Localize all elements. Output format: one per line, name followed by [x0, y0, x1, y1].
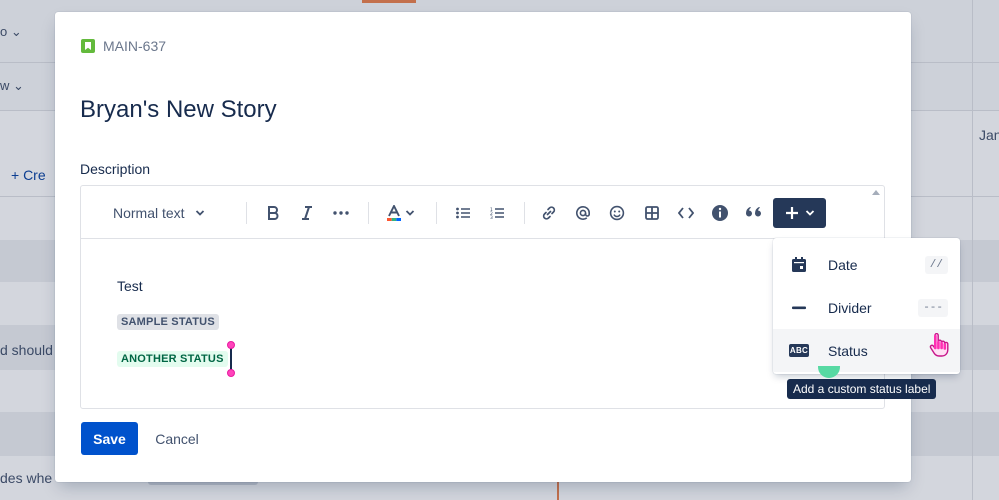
chevron-down-icon [195, 210, 204, 216]
bg-accent-line [557, 482, 559, 500]
text-color-icon [387, 205, 401, 221]
cancel-button[interactable]: Cancel [145, 422, 209, 455]
italic-icon [302, 206, 312, 220]
bold-icon [268, 206, 279, 220]
status-lozenge-grey[interactable]: SAMPLE STATUS [117, 314, 219, 330]
toolbar-separator [246, 202, 247, 224]
menu-item-label: Status [828, 342, 868, 359]
emoji-icon [609, 205, 625, 221]
save-button[interactable]: Save [81, 422, 138, 455]
bg-create-link: + Cre [11, 167, 46, 183]
insert-plus-icon [785, 207, 798, 219]
issue-key-link[interactable]: MAIN-637 [81, 38, 166, 54]
mention-icon [576, 206, 590, 220]
text-style-dropdown[interactable]: Normal text [105, 198, 221, 228]
code-button[interactable] [672, 198, 700, 228]
bullet-list-icon [456, 207, 470, 219]
quote-button[interactable] [740, 198, 768, 228]
quote-icon [746, 207, 761, 217]
selection-handle-bottom[interactable] [227, 369, 235, 377]
toolbar-separator [436, 202, 437, 224]
menu-item-divider[interactable]: Divider --- [773, 286, 960, 329]
shortcut-badge: // [924, 255, 948, 274]
bg-fragment: o ⌄ [0, 24, 22, 39]
chevron-down-icon [805, 210, 814, 216]
more-formatting-icon [333, 211, 349, 215]
shortcut-badge: --- [918, 298, 948, 317]
description-label: Description [80, 161, 151, 177]
menu-item-date[interactable]: Date // [773, 243, 960, 286]
bold-button[interactable] [259, 198, 287, 228]
bullet-list-button[interactable] [449, 198, 477, 228]
toolbar-separator [368, 202, 369, 224]
table-icon [645, 206, 659, 220]
divider-icon [792, 306, 806, 309]
italic-button[interactable] [293, 198, 321, 228]
mention-button[interactable] [569, 198, 597, 228]
story-icon [81, 39, 95, 53]
status-lozenge-green[interactable]: ANOTHER STATUS [117, 351, 228, 367]
insert-button[interactable] [773, 198, 826, 228]
numbered-list-icon: 123 [490, 207, 504, 219]
text-color-button[interactable] [381, 198, 421, 228]
editor-toolbar: Normal text 123 [81, 186, 884, 239]
status-tooltip: Add a custom status label [787, 379, 937, 399]
code-icon [678, 207, 694, 219]
more-formatting-button[interactable] [327, 198, 355, 228]
info-panel-button[interactable] [706, 198, 734, 228]
toolbar-separator [524, 202, 525, 224]
hand-pointer-icon [929, 332, 949, 362]
svg-text:3: 3 [490, 215, 493, 219]
chevron-down-icon [405, 210, 415, 216]
link-icon [542, 206, 556, 220]
menu-item-label: Date [828, 256, 858, 273]
description-editor[interactable]: Normal text 123 Test SAMPLE STATUS ANOTH… [80, 185, 885, 409]
bg-month-label: Jan [979, 127, 999, 143]
text-style-label: Normal text [113, 205, 185, 221]
link-button[interactable] [535, 198, 563, 228]
issue-title[interactable]: Bryan's New Story [80, 96, 277, 124]
table-button[interactable] [638, 198, 666, 228]
bg-col-line [972, 0, 973, 500]
selection-handle-top[interactable] [227, 341, 235, 349]
issue-key-text: MAIN-637 [103, 38, 167, 54]
bg-fragment: w ⌄ [0, 78, 24, 93]
status-abc-icon: ABC [789, 344, 809, 357]
bg-row-text: d should [0, 342, 53, 358]
paragraph-text: Test [117, 278, 143, 294]
emoji-button[interactable] [603, 198, 631, 228]
bg-accent-bar [362, 0, 416, 3]
info-panel-icon [712, 205, 728, 221]
scroll-up-arrow[interactable] [872, 190, 880, 195]
numbered-list-button[interactable]: 123 [483, 198, 511, 228]
menu-item-label: Divider [828, 299, 872, 316]
bg-row-text: des whe [0, 470, 53, 486]
calendar-icon [792, 257, 806, 272]
